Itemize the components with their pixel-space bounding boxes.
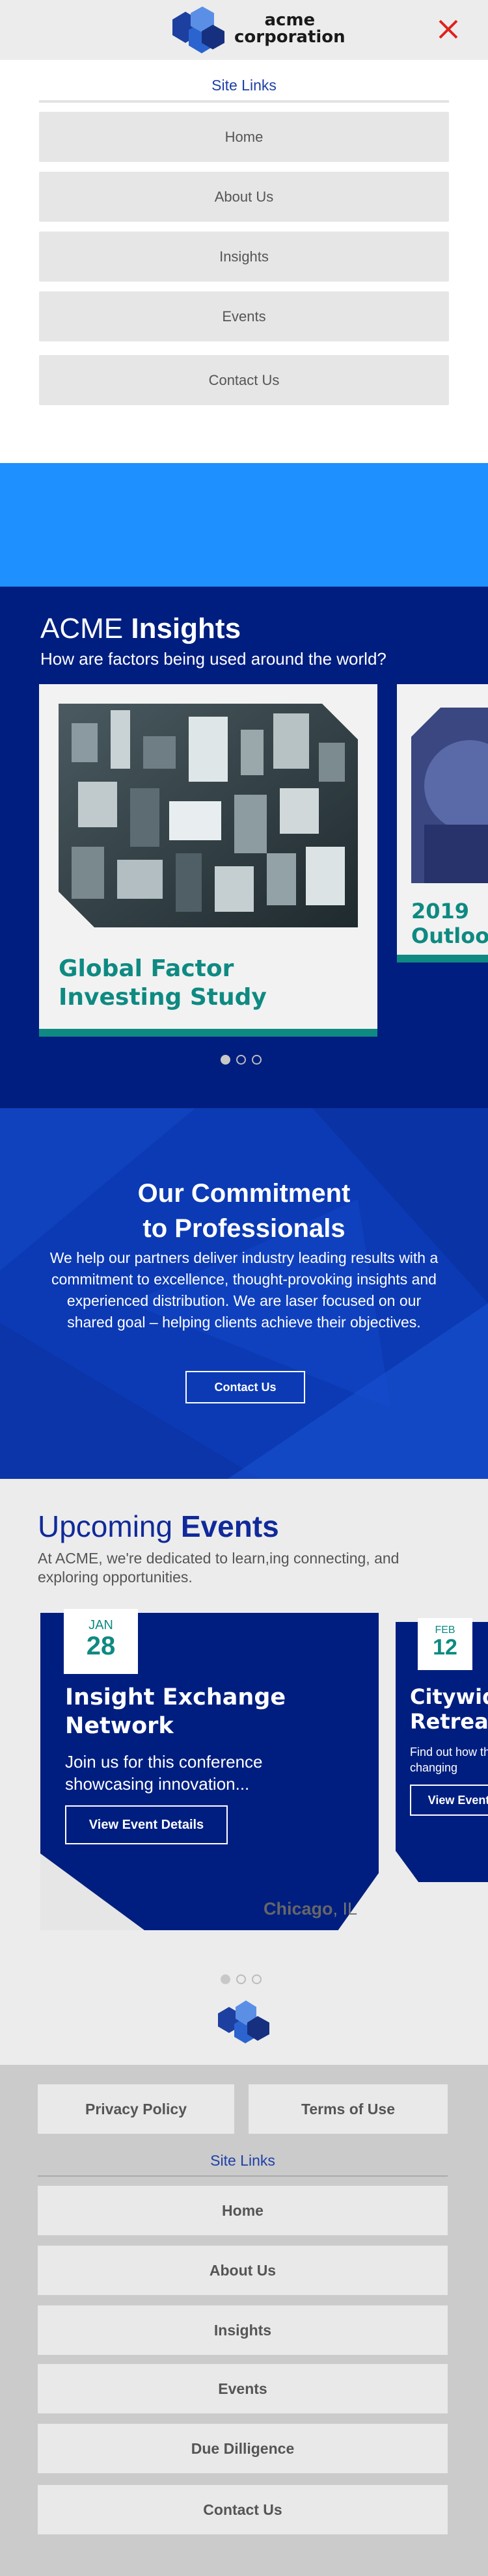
insight-card-title: 2019 Outlook bbox=[411, 899, 488, 948]
event-name: Citywide Retreat bbox=[410, 1684, 488, 1734]
event-month: JAN bbox=[88, 1618, 113, 1632]
insight-card-title-line-1: 2019 bbox=[411, 899, 470, 923]
events-title: Upcoming Events bbox=[38, 1509, 279, 1544]
event-location: Chicago, IL bbox=[264, 1899, 357, 1919]
logo-cubes-icon bbox=[172, 7, 224, 53]
commitment-title-line-1: Our Commitment bbox=[137, 1179, 351, 1208]
view-event-details-button[interactable]: View Event Details bbox=[65, 1805, 228, 1844]
pager-dot[interactable] bbox=[252, 1055, 262, 1065]
logo-line-2: corporation bbox=[234, 27, 346, 47]
menu-title: Site Links bbox=[211, 77, 277, 94]
event-date-badge: JAN 28 bbox=[64, 1609, 138, 1674]
site-header: acme corporation bbox=[0, 0, 488, 60]
menu-divider bbox=[39, 100, 449, 103]
commitment-title-line-2: to Professionals bbox=[142, 1214, 346, 1243]
menu-item-contact-us[interactable]: Contact Us bbox=[39, 355, 449, 405]
event-day: 12 bbox=[433, 1635, 457, 1660]
footer-link-home[interactable]: Home bbox=[38, 2186, 448, 2235]
footer-divider bbox=[38, 2175, 448, 2177]
event-name-line-2: Network bbox=[65, 1713, 174, 1739]
menu-item-home[interactable]: Home bbox=[39, 112, 449, 162]
commitment-title: Our Commitment to Professionals bbox=[0, 1176, 488, 1246]
commitment-section: Our Commitment to Professionals We help … bbox=[0, 1108, 488, 1479]
city-aerial-image bbox=[59, 704, 358, 927]
event-day: 28 bbox=[86, 1632, 116, 1660]
events-pager bbox=[221, 1974, 262, 1984]
pager-dot[interactable] bbox=[221, 1055, 230, 1065]
insight-card[interactable]: 2019 Outlook bbox=[397, 684, 488, 963]
footer-link-about-us[interactable]: About Us bbox=[38, 2246, 448, 2295]
insight-card[interactable]: Global Factor Investing Study bbox=[39, 684, 377, 1037]
insights-title-light: ACME bbox=[40, 613, 124, 644]
logo-line-1: acme bbox=[264, 10, 316, 30]
insights-title-bold: Insights bbox=[131, 613, 241, 644]
event-description: Find out how the changing bbox=[410, 1746, 488, 1774]
footer-link-due-dilligence[interactable]: Due Dilligence bbox=[38, 2424, 448, 2473]
event-date-badge: FEB 12 bbox=[418, 1618, 472, 1670]
insight-card-image bbox=[411, 708, 488, 883]
site-links-menu: Site Links Home About Us Insights Events… bbox=[0, 60, 488, 463]
acme-logo[interactable]: acme corporation bbox=[166, 7, 346, 55]
insight-card-title: Global Factor Investing Study bbox=[59, 955, 267, 1012]
terms-of-use-link[interactable]: Terms of Use bbox=[249, 2084, 448, 2134]
menu-item-events[interactable]: Events bbox=[39, 291, 449, 341]
menu-item-insights[interactable]: Insights bbox=[39, 232, 449, 282]
commitment-body: We help our partners deliver industry le… bbox=[49, 1249, 439, 1331]
insight-card-title-line-2: Outlook bbox=[411, 923, 488, 948]
events-title-light: Upcoming bbox=[38, 1509, 173, 1543]
footer-link-insights[interactable]: Insights bbox=[38, 2305, 448, 2355]
footer-link-events[interactable]: Events bbox=[38, 2364, 448, 2413]
event-name-line-1: Insight Exchange bbox=[65, 1684, 286, 1710]
insight-card-title-line-2: Investing Study bbox=[59, 984, 267, 1011]
close-icon bbox=[439, 20, 458, 39]
event-card-corner bbox=[40, 1853, 144, 1930]
pager-dot[interactable] bbox=[236, 1055, 246, 1065]
pager-dot[interactable] bbox=[221, 1974, 230, 1984]
logo-wordmark: acme corporation bbox=[234, 12, 346, 46]
hero-band bbox=[0, 463, 488, 587]
close-menu-button[interactable] bbox=[436, 17, 461, 42]
events-subtitle: At ACME, we're dedicated to learn,ing co… bbox=[38, 1550, 400, 1586]
event-name-line-1: Citywide bbox=[410, 1684, 488, 1709]
footer-menu-title: Site Links bbox=[210, 2152, 275, 2169]
menu-item-about-us[interactable]: About Us bbox=[39, 172, 449, 222]
view-event-button[interactable]: View Event bbox=[410, 1785, 488, 1816]
pager-dot[interactable] bbox=[236, 1974, 246, 1984]
privacy-policy-link[interactable]: Privacy Policy bbox=[38, 2084, 234, 2134]
footer-link-contact-us[interactable]: Contact Us bbox=[38, 2485, 448, 2534]
event-state: , IL bbox=[332, 1899, 358, 1919]
insights-title: ACME Insights bbox=[40, 613, 241, 645]
insights-subtitle: How are factors being used around the wo… bbox=[40, 649, 386, 669]
event-name: Insight Exchange Network bbox=[65, 1683, 286, 1740]
event-name-line-2: Retreat bbox=[410, 1709, 488, 1734]
event-description: Join us for this conference showcasing i… bbox=[65, 1752, 263, 1794]
contact-us-button[interactable]: Contact Us bbox=[185, 1371, 305, 1403]
insights-pager bbox=[221, 1055, 262, 1065]
site-footer: Privacy Policy Terms of Use Site Links H… bbox=[0, 2065, 488, 2576]
insight-card-title-line-1: Global Factor bbox=[59, 955, 234, 982]
events-section: Upcoming Events At ACME, we're dedicated… bbox=[0, 1479, 488, 2065]
events-title-bold: Events bbox=[180, 1509, 279, 1543]
insights-section: ACME Insights How are factors being used… bbox=[0, 587, 488, 1108]
pager-dot[interactable] bbox=[252, 1974, 262, 1984]
logo-cubes-icon bbox=[218, 2000, 269, 2043]
event-city: Chicago bbox=[264, 1899, 333, 1919]
